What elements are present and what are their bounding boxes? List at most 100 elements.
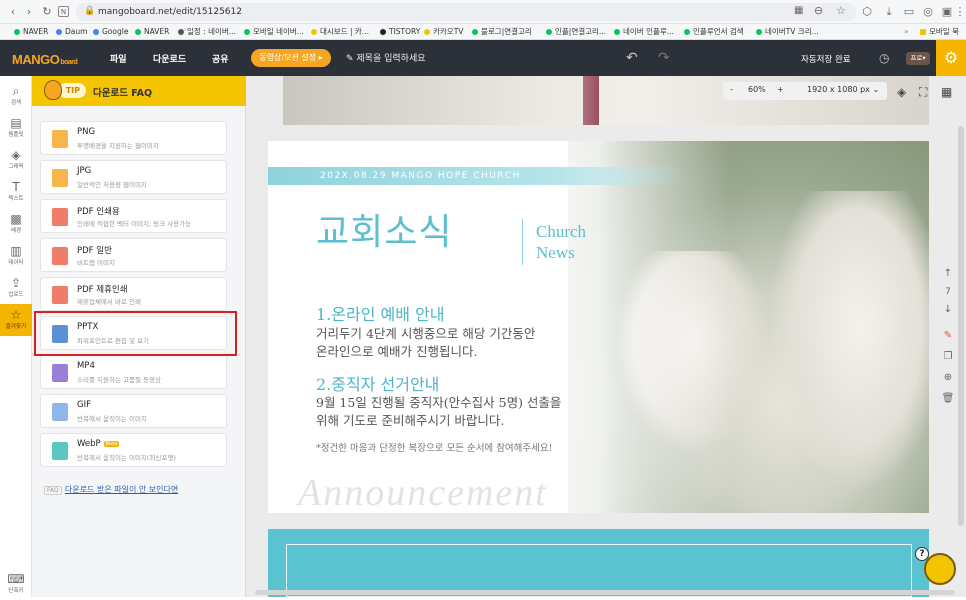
more-bookmarks-icon[interactable]: » xyxy=(904,26,909,38)
design-page[interactable]: 202X.08.29 MANGO HOPE CHURCH 교회소식 Church… xyxy=(268,141,929,513)
rail-data[interactable]: ▥ 데이터 xyxy=(0,240,32,272)
rail-search[interactable]: ⌕ 검색 xyxy=(0,80,32,112)
menu-download[interactable]: 다운로드 xyxy=(153,52,186,65)
bookmark-item[interactable]: TISTORY xyxy=(380,26,420,38)
rail-upload[interactable]: ⇪ 업로드 xyxy=(0,272,32,304)
pencil-icon: ✎ xyxy=(346,54,357,64)
bookmark-item[interactable]: 네이버TV 크리... xyxy=(756,26,819,38)
bookmark-item[interactable]: 모바일 네이버... xyxy=(244,26,304,38)
mangoboard-logo[interactable]: MANGOboard xyxy=(12,52,78,67)
url-text: mangoboard.net/edit/15125612 xyxy=(98,7,242,17)
vertical-scrollbar[interactable] xyxy=(958,126,964,526)
naver-whale-icon[interactable]: N xyxy=(58,6,69,17)
browser-toolbar: ‹ › ↻ N 🔒 mangoboard.net/edit/15125612 ▦… xyxy=(0,0,966,24)
fit-screen-icon[interactable]: ⛶ xyxy=(919,85,927,100)
extension-icon[interactable]: ⬡ xyxy=(860,5,874,19)
bookmark-item[interactable]: NAVER xyxy=(135,26,169,38)
menu-share[interactable]: 공유 xyxy=(212,52,229,65)
color-picker-icon[interactable]: ✎ xyxy=(938,330,958,341)
add-page-icon[interactable]: ⊕ xyxy=(938,372,958,383)
mango-mascot-icon xyxy=(44,80,62,100)
panel-title: 다운로드 FAQ xyxy=(93,88,153,99)
bookmark-item[interactable]: NAVER xyxy=(14,26,48,38)
title-divider xyxy=(522,219,523,265)
media-motion-button[interactable]: 동영상/모션 설정 ▸ xyxy=(251,49,331,67)
format-pdf-normal[interactable]: PDF 일반 비트맵 이미지 xyxy=(40,238,227,272)
bookmark-item[interactable]: 대시보드 | 카... xyxy=(311,26,369,38)
capture-icon[interactable]: ◎ xyxy=(921,5,935,19)
bookmark-item[interactable]: Google xyxy=(93,26,128,38)
zoom-icon[interactable]: ⊖ xyxy=(814,4,823,17)
mango-mascot-icon[interactable] xyxy=(924,553,956,585)
menu-file[interactable]: 파일 xyxy=(110,52,127,65)
rail-template[interactable]: ▤ 템플릿 xyxy=(0,112,32,144)
title-input[interactable]: ✎ 제목을 입력하세요 xyxy=(346,51,546,65)
format-mp4[interactable]: MP4 소리를 지원하는 고품질 동영상 xyxy=(40,355,227,389)
zoom-out-button[interactable]: - xyxy=(730,85,733,94)
lock-icon: 🔒 xyxy=(84,6,96,16)
settings-gear-icon[interactable]: ⚙ xyxy=(936,40,966,76)
page-up-icon[interactable]: ↑ xyxy=(938,268,958,279)
upload-icon: ⇪ xyxy=(10,276,22,290)
format-pdf-partner[interactable]: PDF 제휴인쇄 제휴업체에서 바로 인쇄 xyxy=(40,277,227,311)
bookmark-item[interactable]: 블로그|연결고리 xyxy=(472,26,532,38)
layers-icon[interactable]: ◈ xyxy=(897,85,906,99)
rail-background[interactable]: ▩ 배경 xyxy=(0,208,32,240)
keyboard-icon: ⌨ xyxy=(7,572,25,586)
png-file-icon xyxy=(52,130,68,148)
bookmark-item[interactable]: 인플|연결고리... xyxy=(546,26,606,38)
rail-graphic[interactable]: ◈ 그래픽 xyxy=(0,144,32,176)
window-icon[interactable]: ▭ xyxy=(902,5,916,19)
zoom-level[interactable]: 60% xyxy=(748,85,766,94)
format-pdf-print[interactable]: PDF 인쇄용 인쇄에 적합한 벡터 이미지, 링크 사용가능 xyxy=(40,199,227,233)
menu-icon[interactable]: ⋮ xyxy=(953,5,966,19)
chart-icon: ▥ xyxy=(10,244,22,258)
autosave-status: 자동저장 완료 xyxy=(801,55,851,65)
back-icon[interactable]: ‹ xyxy=(6,5,20,19)
item1-line1: 거리두기 4단계 시행중으로 해당 기간동안 xyxy=(316,326,536,341)
page-down-icon[interactable]: ↓ xyxy=(938,304,958,315)
beta-badge: Beta xyxy=(103,441,120,447)
format-webp[interactable]: WebP Beta 반복해서 움직이는 이미지(최신포맷) xyxy=(40,433,227,467)
bookmark-item[interactable]: Daum xyxy=(56,26,87,38)
faq-link[interactable]: 다운로드 받은 파일이 안 보인다면 xyxy=(65,484,178,495)
highlight-box xyxy=(34,311,237,356)
star-icon: ☆ xyxy=(10,308,22,322)
redo-icon[interactable]: ↷ xyxy=(658,51,670,65)
zoom-in-button[interactable]: + xyxy=(777,85,784,94)
webp-file-icon xyxy=(52,442,68,460)
download-icon[interactable]: ⤓ xyxy=(882,5,896,19)
qr-icon[interactable]: ▦ xyxy=(794,5,803,16)
bookmark-star-icon[interactable]: ☆ xyxy=(836,4,846,17)
format-png[interactable]: PNG 투명배경을 지원하는 웹이미지 xyxy=(40,121,227,155)
sidebar-icon[interactable]: ▣ xyxy=(940,5,954,19)
korean-title: 교회소식 xyxy=(316,212,453,253)
profile-badge[interactable]: 프로▾ xyxy=(906,52,930,65)
item2-line2: 위해 기도로 준비해주시기 바랍니다. xyxy=(316,413,505,428)
rail-text[interactable]: T 텍스트 xyxy=(0,176,32,208)
grid-view-icon[interactable]: ▦ xyxy=(941,85,952,99)
bookmark-item[interactable]: 카카오TV xyxy=(424,26,463,38)
rail-shortcuts[interactable]: ⌨ 단축키 xyxy=(0,568,32,600)
horizontal-scrollbar[interactable] xyxy=(255,590,955,595)
reload-icon[interactable]: ↻ xyxy=(40,5,54,19)
pdf-file-icon xyxy=(52,208,68,226)
undo-icon[interactable]: ↶ xyxy=(626,51,638,65)
bookmark-item[interactable]: 네이버 인플루... xyxy=(614,26,674,38)
tool-rail: ⌕ 검색 ▤ 템플릿 ◈ 그래픽 T 텍스트 ▩ 배경 ▥ 데이터 ⇪ 업로드 ☆ 즐겨찾기 ⌨… xyxy=(0,76,32,597)
item2-title: 2.중직자 선거안내 xyxy=(316,375,440,394)
item1-line2: 온라인으로 예배가 진행됩니다. xyxy=(316,344,478,359)
format-jpg[interactable]: JPG 일반적인 저용량 웹이미지 xyxy=(40,160,227,194)
delete-icon[interactable]: 🗑 xyxy=(938,393,958,404)
rail-favorites[interactable]: ☆ 즐겨찾기 xyxy=(0,304,32,336)
page-number: 7 xyxy=(945,287,951,297)
bookmark-item[interactable]: 모바일 북 xyxy=(920,26,959,38)
canvas-size-select[interactable]: 1920 x 1080 px ⌄ xyxy=(807,85,879,94)
format-gif[interactable]: GIF 반복해서 움직이는 이미지 xyxy=(40,394,227,428)
address-bar[interactable]: 🔒 mangoboard.net/edit/15125612 ▦ ⊖ ☆ xyxy=(76,3,856,21)
history-icon[interactable]: ◷ xyxy=(879,51,889,65)
bookmark-item[interactable]: 인플루언서 검색 xyxy=(684,26,744,38)
bookmark-item[interactable]: 일정 : 네이버... xyxy=(178,26,236,38)
duplicate-icon[interactable]: ❐ xyxy=(938,351,958,362)
forward-icon[interactable]: › xyxy=(22,5,36,19)
